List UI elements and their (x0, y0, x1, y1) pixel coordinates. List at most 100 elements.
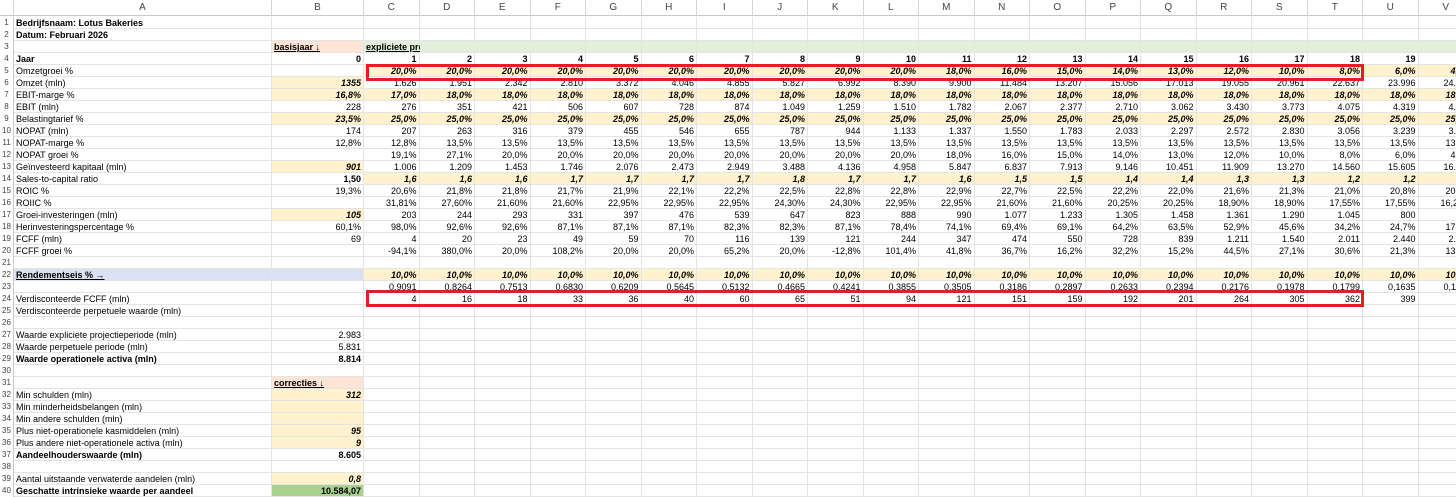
cell-q37[interactable] (1141, 449, 1197, 461)
cell-k22[interactable]: 10,0% (808, 269, 864, 281)
cell-o23[interactable]: 0,2897 (1030, 281, 1086, 293)
cell-k21[interactable] (808, 257, 864, 269)
cell-e19[interactable]: 23 (475, 233, 531, 245)
row-number[interactable]: 16 (0, 197, 14, 209)
cell-t24[interactable]: 362 (1307, 293, 1363, 305)
cell-f5[interactable]: 20,0% (530, 65, 586, 77)
cell-v7[interactable]: 18,0% (1418, 89, 1456, 101)
cell-b23[interactable] (272, 281, 364, 293)
cell-f37[interactable] (530, 449, 586, 461)
cell-o17[interactable]: 1.233 (1030, 209, 1086, 221)
cell-i30[interactable] (697, 365, 753, 377)
cell-i6[interactable]: 4.855 (697, 77, 753, 89)
cell-p23[interactable]: 0,2633 (1085, 281, 1141, 293)
cell-l18[interactable]: 78,4% (863, 221, 919, 233)
cell-o2[interactable] (1030, 29, 1086, 41)
cell-p25[interactable] (1085, 305, 1141, 317)
cell-h35[interactable] (641, 425, 697, 437)
cell-s32[interactable] (1252, 389, 1308, 401)
cell-i24[interactable]: 60 (697, 293, 753, 305)
select-all-corner[interactable] (0, 0, 14, 16)
cell-d39[interactable] (419, 473, 475, 485)
cell-h22[interactable]: 10,0% (641, 269, 697, 281)
cell-h37[interactable] (641, 449, 697, 461)
cell-p5[interactable]: 14,0% (1085, 65, 1141, 77)
cell-e7[interactable]: 18,0% (475, 89, 531, 101)
cell-q24[interactable]: 201 (1141, 293, 1197, 305)
cell-n14[interactable]: 1,5 (974, 173, 1030, 185)
cell-e33[interactable] (475, 401, 531, 413)
cell-n28[interactable] (974, 341, 1030, 353)
cell-r19[interactable]: 1.211 (1196, 233, 1252, 245)
cell-o32[interactable] (1030, 389, 1086, 401)
cell-c29[interactable] (364, 353, 420, 365)
cell-n16[interactable]: 21,60% (974, 197, 1030, 209)
cell-v21[interactable] (1418, 257, 1456, 269)
cell-b12[interactable] (272, 149, 364, 161)
cell-e17[interactable]: 293 (475, 209, 531, 221)
cell-m21[interactable] (919, 257, 975, 269)
cell-m13[interactable]: 5.847 (919, 161, 975, 173)
cell-a32[interactable]: Min schulden (mln) (14, 389, 272, 401)
cell-e10[interactable]: 316 (475, 125, 531, 137)
cell-g33[interactable] (586, 401, 642, 413)
cell-s13[interactable]: 13.270 (1252, 161, 1308, 173)
cell-m17[interactable]: 990 (919, 209, 975, 221)
cell-q33[interactable] (1141, 401, 1197, 413)
cell-s3[interactable] (1252, 41, 1308, 53)
cell-c3[interactable]: expliciete projectieperiode ↓ (364, 41, 487, 53)
cell-a2[interactable]: Datum: Februari 2026 (14, 29, 272, 41)
cell-k34[interactable] (808, 413, 864, 425)
cell-a31[interactable] (14, 377, 272, 389)
cell-l31[interactable] (863, 377, 919, 389)
cell-g9[interactable]: 25,0% (586, 113, 642, 125)
cell-e22[interactable]: 10,0% (475, 269, 531, 281)
cell-a19[interactable]: FCFF (mln) (14, 233, 272, 245)
cell-k31[interactable] (808, 377, 864, 389)
cell-d2[interactable] (419, 29, 475, 41)
cell-k5[interactable]: 20,0% (808, 65, 864, 77)
cell-j7[interactable]: 18,0% (752, 89, 808, 101)
cell-f11[interactable]: 13,5% (530, 137, 586, 149)
cell-d23[interactable]: 0,8264 (419, 281, 475, 293)
cell-k24[interactable]: 51 (808, 293, 864, 305)
cell-f35[interactable] (530, 425, 586, 437)
row-number[interactable]: 9 (0, 113, 14, 125)
cell-r40[interactable] (1196, 485, 1252, 497)
cell-g1[interactable] (586, 17, 642, 29)
cell-r31[interactable] (1196, 377, 1252, 389)
cell-s2[interactable] (1252, 29, 1308, 41)
cell-c22[interactable]: 10,0% (364, 269, 420, 281)
cell-n26[interactable] (974, 317, 1030, 329)
cell-o4[interactable]: 13 (1030, 53, 1086, 65)
cell-j29[interactable] (752, 353, 808, 365)
cell-o28[interactable] (1030, 341, 1086, 353)
row-number[interactable]: 22 (0, 269, 14, 281)
cell-r4[interactable]: 16 (1196, 53, 1252, 65)
cell-s9[interactable]: 25,0% (1252, 113, 1308, 125)
cell-p8[interactable]: 2.710 (1085, 101, 1141, 113)
cell-p34[interactable] (1085, 413, 1141, 425)
cell-a34[interactable]: Min andere schulden (mln) (14, 413, 272, 425)
cell-l22[interactable]: 10,0% (863, 269, 919, 281)
row-number[interactable]: 19 (0, 233, 14, 245)
cell-g34[interactable] (586, 413, 642, 425)
row-number[interactable]: 37 (0, 449, 14, 461)
cell-d9[interactable]: 25,0% (419, 113, 475, 125)
cell-l10[interactable]: 1.133 (863, 125, 919, 137)
cell-v17[interactable]: 591 (1418, 209, 1456, 221)
cell-f10[interactable]: 379 (530, 125, 586, 137)
cell-t8[interactable]: 4.075 (1307, 101, 1363, 113)
cell-g17[interactable]: 397 (586, 209, 642, 221)
cell-c10[interactable]: 207 (364, 125, 420, 137)
cell-d37[interactable] (419, 449, 475, 461)
cell-f40[interactable] (530, 485, 586, 497)
cell-o40[interactable] (1030, 485, 1086, 497)
cell-t22[interactable]: 10,0% (1307, 269, 1363, 281)
cell-e18[interactable]: 92,6% (475, 221, 531, 233)
cell-i31[interactable] (697, 377, 753, 389)
cell-r27[interactable] (1196, 329, 1252, 341)
cell-c6[interactable]: 1.626 (364, 77, 420, 89)
cell-v12[interactable]: 4,0% (1418, 149, 1456, 161)
cell-k9[interactable]: 25,0% (808, 113, 864, 125)
